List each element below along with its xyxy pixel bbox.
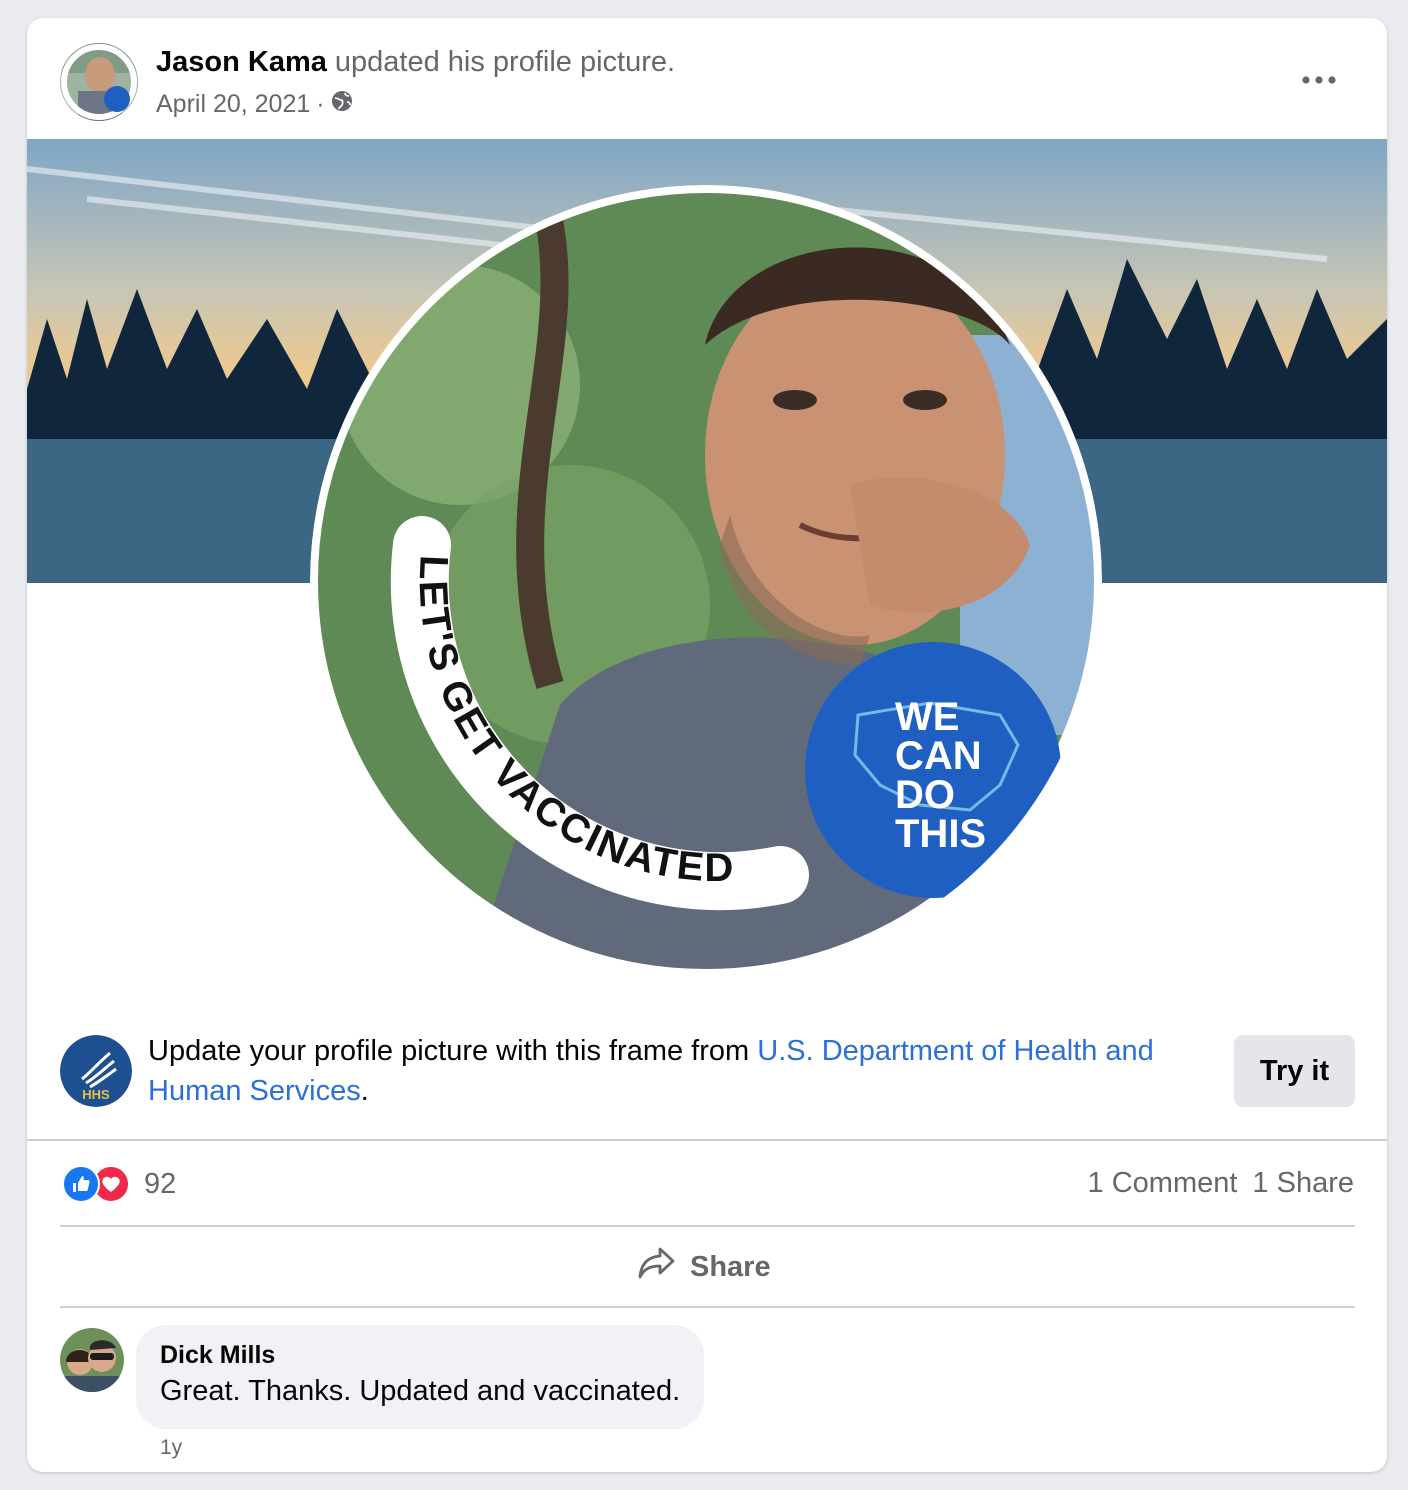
commenter-name[interactable]: Dick Mills <box>160 1339 680 1371</box>
commenter-avatar[interactable] <box>60 1328 124 1392</box>
post-action-text: updated his profile picture. <box>326 46 676 78</box>
post-headline: Jason Kama updated his profile picture. <box>156 46 675 79</box>
share-label: Share <box>690 1250 771 1283</box>
like-icon <box>62 1165 100 1203</box>
try-it-button[interactable]: Try it <box>1234 1035 1355 1107</box>
badge-line-1: WE <box>895 695 959 739</box>
share-arrow-icon <box>638 1246 676 1288</box>
frame-prompt-text: Update your profile picture with this fr… <box>148 1031 1198 1111</box>
reaction-summary[interactable]: 92 <box>62 1165 176 1203</box>
hhs-logo-text: HHS <box>82 1087 110 1102</box>
comment-bubble: Dick Mills Great. Thanks. Updated and va… <box>136 1325 705 1429</box>
hhs-logo[interactable]: HHS <box>60 1035 132 1107</box>
share-count[interactable]: 1 Share <box>1252 1167 1354 1200</box>
post-date[interactable]: April 20, 2021 <box>156 90 310 119</box>
comment-text: Great. Thanks. Updated and vaccinated. <box>160 1375 681 1407</box>
badge-line-3: DO <box>895 773 955 817</box>
post-card: Jason Kama updated his profile picture. … <box>27 18 1387 1472</box>
badge-line-4: THIS <box>895 812 986 856</box>
actions-divider <box>60 1306 1355 1308</box>
stats-divider <box>60 1225 1355 1227</box>
meta-separator: · <box>316 90 325 118</box>
author-avatar[interactable] <box>60 43 138 121</box>
frame-prompt-lead: Update your profile picture with this fr… <box>148 1035 758 1067</box>
comment-timestamp[interactable]: 1y <box>160 1436 182 1460</box>
globe-icon[interactable] <box>331 90 353 119</box>
more-options-icon[interactable] <box>1295 62 1343 98</box>
frame-prompt-end: . <box>360 1075 369 1107</box>
badge-line-2: CAN <box>895 734 982 778</box>
profile-photo[interactable]: LET'S GET VACCINATED WE CAN DO THIS <box>310 185 1102 977</box>
author-name[interactable]: Jason Kama <box>156 46 327 78</box>
section-divider <box>27 1139 1387 1141</box>
engagement-counts: 1 Comment 1 Share <box>1088 1167 1354 1200</box>
reaction-count: 92 <box>144 1167 177 1200</box>
post-meta: April 20, 2021 · <box>156 90 353 119</box>
share-button[interactable]: Share <box>638 1246 771 1288</box>
comment-count[interactable]: 1 Comment <box>1088 1167 1238 1200</box>
